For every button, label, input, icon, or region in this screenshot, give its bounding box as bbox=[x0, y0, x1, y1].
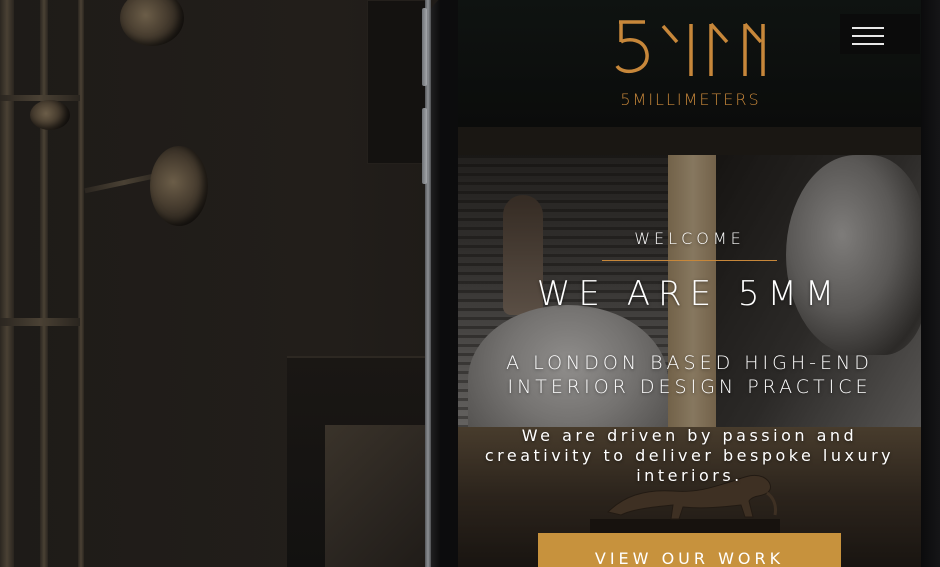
hamburger-menu-button[interactable] bbox=[840, 14, 920, 54]
hero-subhead-line: INTERIOR DESIGN PRACTICE bbox=[507, 376, 872, 398]
hero-welcome: WELCOME bbox=[634, 229, 745, 248]
phone-side-button bbox=[422, 8, 427, 86]
mockup-scene: 5MILLIMETERS WELCOME WE ARE 5MM A LONDON… bbox=[0, 0, 940, 567]
logo-wordmark: 5MILLIMETERS bbox=[620, 90, 761, 109]
floor-lamp-pole bbox=[78, 0, 84, 567]
floor-lamp-pole bbox=[0, 0, 14, 567]
hero-divider bbox=[602, 260, 777, 261]
hero-dark-overlay bbox=[458, 127, 921, 567]
5mm-monogram-icon bbox=[615, 20, 765, 76]
floor-lamp-pole bbox=[40, 0, 48, 567]
lamp-horn-shade bbox=[120, 0, 184, 46]
wall-picture-frame bbox=[367, 0, 429, 164]
hero-headline: WE ARE 5MM bbox=[536, 274, 843, 314]
hamburger-menu-icon bbox=[852, 43, 884, 45]
cabinet-panel bbox=[325, 425, 427, 567]
site-header: 5MILLIMETERS bbox=[458, 0, 921, 127]
phone-side-button bbox=[422, 108, 427, 184]
floor-lamp-arm bbox=[0, 95, 80, 101]
hero-section: WELCOME WE ARE 5MM A LONDON BASED HIGH-E… bbox=[458, 127, 921, 567]
hero-subhead: A LONDON BASED HIGH-END INTERIOR DESIGN … bbox=[458, 351, 921, 399]
lamp-horn-shade bbox=[30, 100, 70, 130]
hamburger-menu-icon bbox=[852, 27, 884, 29]
hero-tagline: We are driven by passion and creativity … bbox=[484, 426, 895, 485]
lamp-horn-shade bbox=[150, 146, 208, 226]
view-our-work-button[interactable]: VIEW OUR WORK bbox=[538, 533, 841, 567]
hamburger-menu-icon bbox=[852, 35, 884, 37]
site-logo[interactable]: 5MILLIMETERS bbox=[613, 18, 768, 118]
floor-lamp-arm bbox=[0, 318, 80, 326]
hero-subhead-line: A LONDON BASED HIGH-END bbox=[506, 352, 873, 374]
phone-screen: 5MILLIMETERS WELCOME WE ARE 5MM A LONDON… bbox=[458, 0, 921, 567]
